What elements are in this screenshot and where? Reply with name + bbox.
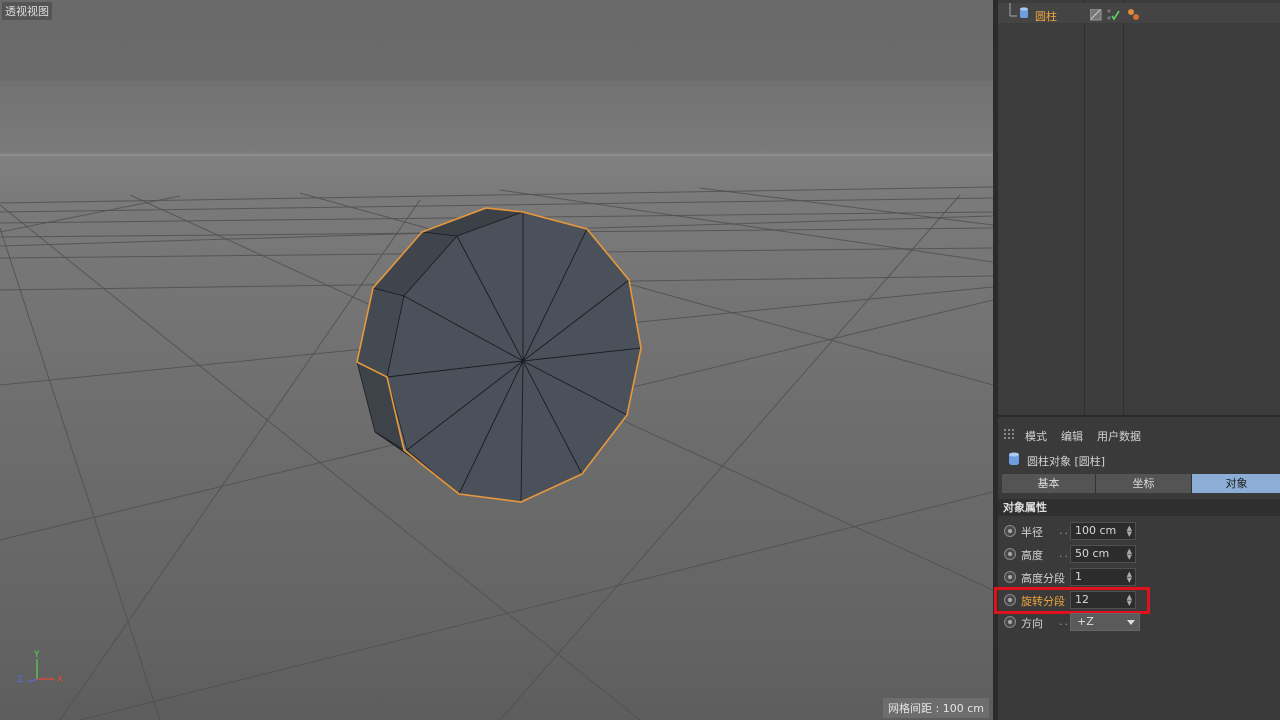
field-value: 12 — [1075, 593, 1089, 606]
column-separator — [1123, 0, 1124, 415]
param-rotation-segments: 旋转分段 12 ▲ ▼ — [994, 587, 1280, 614]
column-separator — [1084, 0, 1085, 415]
param-height-segments: 高度分段 1 ▲ ▼ — [998, 567, 1280, 587]
view-name-label[interactable]: 透视视图 — [2, 2, 52, 20]
axis-y-label: Y — [33, 650, 40, 660]
field-value: 1 — [1075, 570, 1082, 583]
field-value: 100 cm — [1075, 524, 1117, 537]
attribute-title: 圆柱对象 [圆柱] — [1027, 455, 1106, 468]
rotation-segments-field[interactable]: 12 ▲ ▼ — [1070, 591, 1136, 609]
visibility-check-icon[interactable] — [1106, 8, 1120, 22]
animate-radio[interactable] — [1004, 594, 1016, 606]
height-segments-field[interactable]: 1 ▲ ▼ — [1070, 568, 1136, 586]
viewport-scene — [0, 154, 993, 720]
section-object-properties: 对象属性 — [998, 499, 1280, 516]
spinner-icon[interactable]: ▲ ▼ — [1127, 571, 1132, 584]
tab-coordinates[interactable]: 坐标 — [1096, 474, 1192, 493]
param-label: 高度 — [1021, 549, 1043, 562]
cylinder-icon — [1020, 7, 1028, 18]
grid-line — [59, 199, 421, 720]
menu-user-data[interactable]: 用户数据 — [1097, 428, 1141, 444]
orientation-select[interactable]: +Z — [1070, 613, 1140, 631]
param-label: 方向 — [1021, 617, 1043, 630]
animate-radio[interactable] — [1004, 548, 1016, 560]
field-value: 50 cm — [1075, 547, 1110, 560]
radius-field[interactable]: 100 cm ▲ ▼ — [1070, 522, 1136, 540]
object-row-cylinder[interactable]: 圆柱 — [998, 3, 1280, 23]
object-manager-panel: 圆柱 — [998, 0, 1280, 415]
cylinder-mesh[interactable] — [356, 207, 642, 503]
panel-grip-icon[interactable] — [1004, 429, 1016, 441]
chevron-down-icon — [1127, 620, 1135, 625]
animate-radio[interactable] — [1004, 616, 1016, 628]
perspective-viewport[interactable]: 透视视图 Y X Z 网格间距 : 100 cm — [0, 0, 993, 720]
param-label: 半径 — [1021, 526, 1043, 539]
display-tag-icon[interactable] — [1090, 9, 1102, 21]
spinner-icon[interactable]: ▲ ▼ — [1127, 525, 1132, 538]
param-radius: 半径 ... 100 cm ▲ ▼ — [998, 521, 1280, 541]
animate-radio[interactable] — [1004, 525, 1016, 537]
attribute-menu-bar: 模式 编辑 用户数据 — [998, 424, 1280, 444]
param-height: 高度 ... 50 cm ▲ ▼ — [998, 544, 1280, 564]
menu-mode[interactable]: 模式 — [1025, 428, 1047, 444]
attribute-tabs: 基本 坐标 对象 — [1002, 474, 1280, 493]
spinner-icon[interactable]: ▲ ▼ — [1127, 594, 1132, 607]
menu-edit[interactable]: 编辑 — [1061, 428, 1083, 444]
grid-line — [79, 491, 993, 720]
select-value: +Z — [1077, 615, 1094, 628]
param-label: 高度分段 — [1021, 572, 1065, 585]
grid-spacing-status: 网格间距 : 100 cm — [883, 698, 989, 718]
grid-line — [699, 187, 993, 226]
axis-gizmo-icon: Y X Z — [17, 650, 63, 685]
object-name[interactable]: 圆柱 — [1035, 8, 1057, 24]
height-field[interactable]: 50 cm ▲ ▼ — [1070, 545, 1136, 563]
grid-line — [0, 227, 161, 720]
attribute-manager-panel: 模式 编辑 用户数据 圆柱对象 [圆柱] 基本 坐标 对象 对象属性 半径 ..… — [994, 415, 1280, 720]
param-label: 旋转分段 — [1021, 595, 1065, 608]
material-tag-icon[interactable] — [1126, 7, 1142, 23]
tab-basic[interactable]: 基本 — [1002, 474, 1096, 493]
cylinder-icon — [1009, 452, 1019, 465]
axis-z-label: Z — [17, 675, 23, 685]
axis-x-label: X — [57, 675, 63, 685]
animate-radio[interactable] — [1004, 571, 1016, 583]
spinner-icon[interactable]: ▲ ▼ — [1127, 548, 1132, 561]
tab-object[interactable]: 对象 — [1192, 474, 1280, 493]
param-orientation: 方向 ... +Z — [998, 612, 1280, 632]
